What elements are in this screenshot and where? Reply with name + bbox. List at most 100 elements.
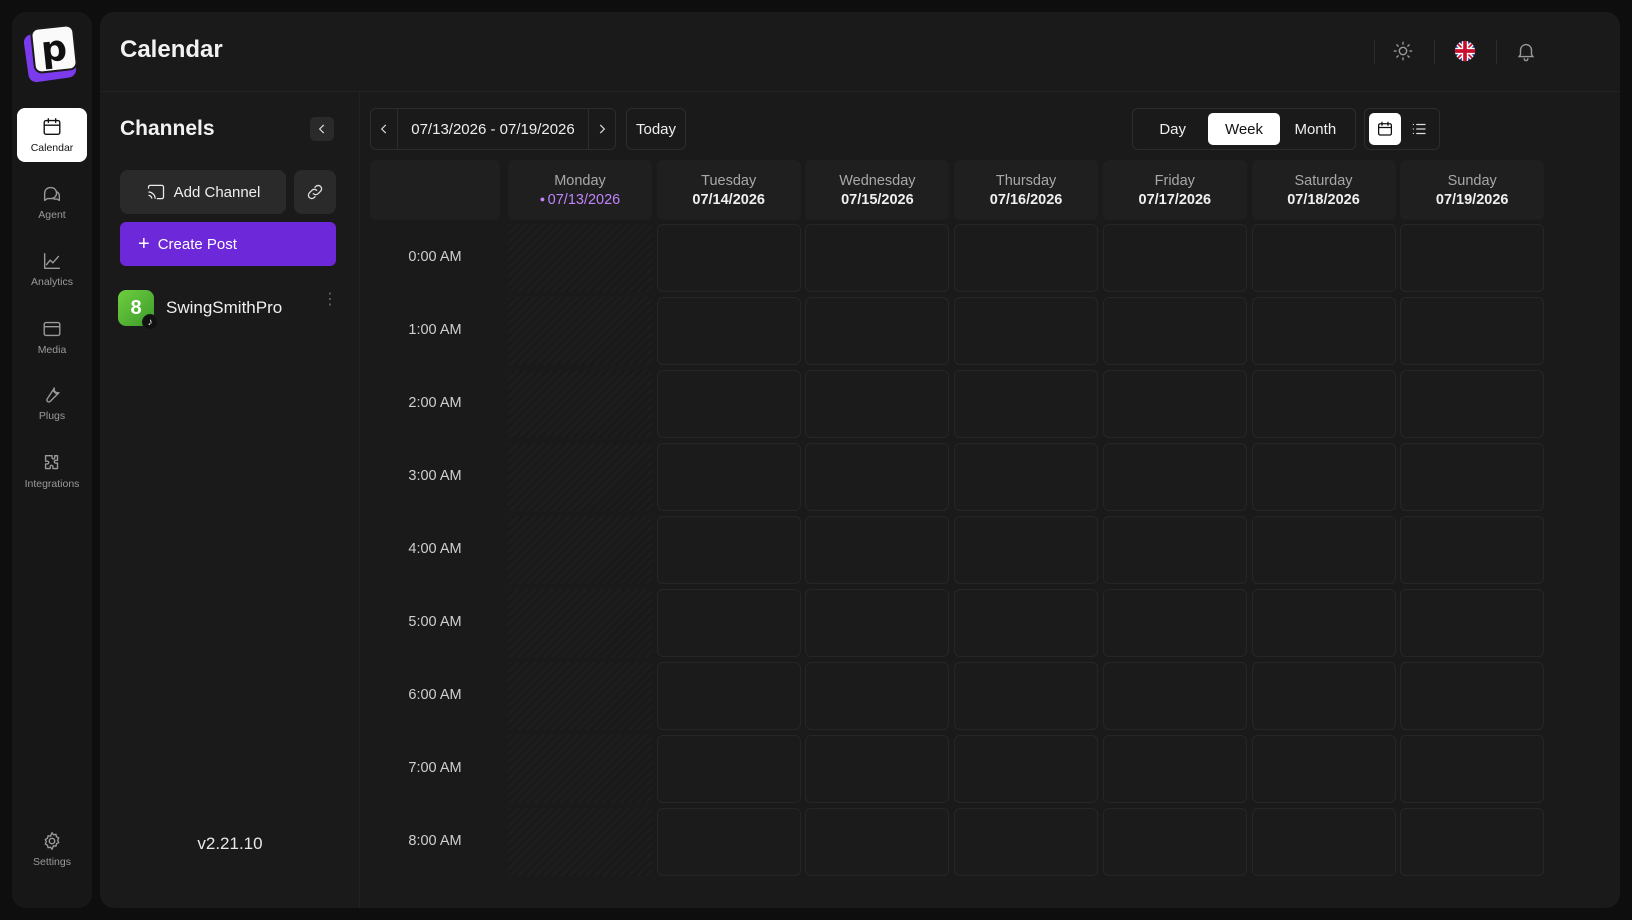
time-slot[interactable] [1400,662,1545,730]
grid-corner [370,160,500,220]
time-slot[interactable] [1400,297,1545,365]
time-slot[interactable] [805,808,950,876]
time-slot[interactable] [954,224,1099,292]
time-slot[interactable] [954,297,1099,365]
time-slot[interactable] [1251,808,1396,876]
nav-item-analytics[interactable]: Analytics [17,242,87,296]
time-slot[interactable] [1251,370,1396,438]
time-slot[interactable] [1102,370,1247,438]
time-slot[interactable] [954,808,1099,876]
view-switcher: Day Week Month [1132,108,1356,150]
previous-week-button[interactable] [371,109,397,149]
time-slot[interactable] [805,224,950,292]
create-post-label: Create Post [157,235,237,253]
time-slot[interactable] [656,516,801,584]
view-week-button[interactable]: Week [1208,113,1280,145]
time-slot[interactable] [1102,735,1247,803]
add-channel-button[interactable]: Add Channel [120,170,286,214]
nav-label-settings: Settings [33,856,71,868]
time-slot[interactable] [1400,808,1545,876]
time-slot[interactable] [805,516,950,584]
time-slot[interactable] [1102,589,1247,657]
time-slot[interactable] [1400,516,1545,584]
nav-item-plugs[interactable]: Plugs [17,376,87,430]
time-slot[interactable] [1400,224,1545,292]
time-slot[interactable] [805,297,950,365]
view-day-button[interactable]: Day [1137,113,1208,145]
time-slot[interactable] [1102,808,1247,876]
time-slot[interactable] [656,662,801,730]
day-date: 07/19/2026 [1435,191,1509,208]
time-slot[interactable] [656,808,801,876]
nav-item-calendar[interactable]: Calendar [17,108,87,162]
time-slot[interactable] [1400,735,1545,803]
time-slot[interactable] [1251,297,1396,365]
time-slot[interactable] [954,589,1099,657]
time-slot [508,516,652,584]
calendar-mode-button[interactable] [1369,113,1401,145]
time-slot[interactable] [954,735,1099,803]
time-slot[interactable] [1102,662,1247,730]
day-date: 07/13/2026 [540,192,621,208]
time-slot[interactable] [805,370,950,438]
channel-item[interactable]: 8 ♪ SwingSmithPro ⋮ [118,288,338,330]
time-slot[interactable] [805,662,950,730]
notifications-button[interactable] [1513,38,1539,64]
time-slot[interactable] [954,443,1099,511]
nav-label-calendar: Calendar [30,142,74,154]
time-slot[interactable] [805,443,950,511]
time-slot[interactable] [954,370,1099,438]
nav-item-agent[interactable]: Agent [17,175,87,229]
time-slot[interactable] [656,224,801,292]
wrench-icon [46,387,60,403]
nav-item-settings[interactable]: Settings [17,822,87,876]
time-slot[interactable] [1400,370,1545,438]
day-header-friday: Friday 07/17/2026 [1102,160,1247,220]
time-slot[interactable] [1251,443,1396,511]
media-icon [43,321,61,337]
collapse-channels-button[interactable] [310,117,334,141]
time-slot[interactable] [1102,224,1247,292]
time-slot[interactable] [1102,297,1247,365]
time-slot[interactable] [954,516,1099,584]
time-slot[interactable] [1400,589,1545,657]
copy-link-button[interactable] [294,170,336,214]
time-slot[interactable] [1251,735,1396,803]
language-button[interactable] [1452,38,1478,64]
nav-label-agent: Agent [38,209,66,221]
time-slot[interactable] [1251,224,1396,292]
time-slot[interactable] [656,589,801,657]
hour-label: 2:00 AM [408,395,462,411]
today-button[interactable]: Today [626,108,686,150]
time-slot[interactable] [656,443,801,511]
time-slot[interactable] [656,297,801,365]
more-options-icon[interactable]: ⋮ [322,292,338,308]
nav-item-media[interactable]: Media [17,310,87,364]
time-slot[interactable] [656,735,801,803]
time-slot[interactable] [1251,662,1396,730]
list-mode-button[interactable] [1403,113,1435,145]
nav-label-analytics: Analytics [30,276,73,288]
avatar-figure-icon: 8 [130,296,142,319]
time-slot[interactable] [954,662,1099,730]
create-post-button[interactable]: + Create Post [120,222,336,266]
time-slot[interactable] [1400,443,1545,511]
date-range-label: 07/13/2026 - 07/19/2026 [397,109,589,149]
time-slot[interactable] [1251,516,1396,584]
postiz-logo[interactable]: p [22,22,79,84]
time-slot[interactable] [1251,589,1396,657]
time-slot[interactable] [1102,443,1247,511]
time-slot [508,735,652,803]
time-slot[interactable] [656,370,801,438]
nav-label-integrations: Integrations [24,478,80,490]
time-slot[interactable] [805,589,950,657]
day-header-tuesday: Tuesday 07/14/2026 [656,160,801,220]
uk-flag-icon [1454,40,1476,62]
time-slot[interactable] [805,735,950,803]
day-date: 07/15/2026 [841,191,914,208]
view-month-button[interactable]: Month [1280,113,1351,145]
next-week-button[interactable] [589,109,615,149]
nav-item-integrations[interactable]: Integrations [17,444,87,498]
time-slot[interactable] [1102,516,1247,584]
theme-toggle-button[interactable] [1390,38,1416,64]
